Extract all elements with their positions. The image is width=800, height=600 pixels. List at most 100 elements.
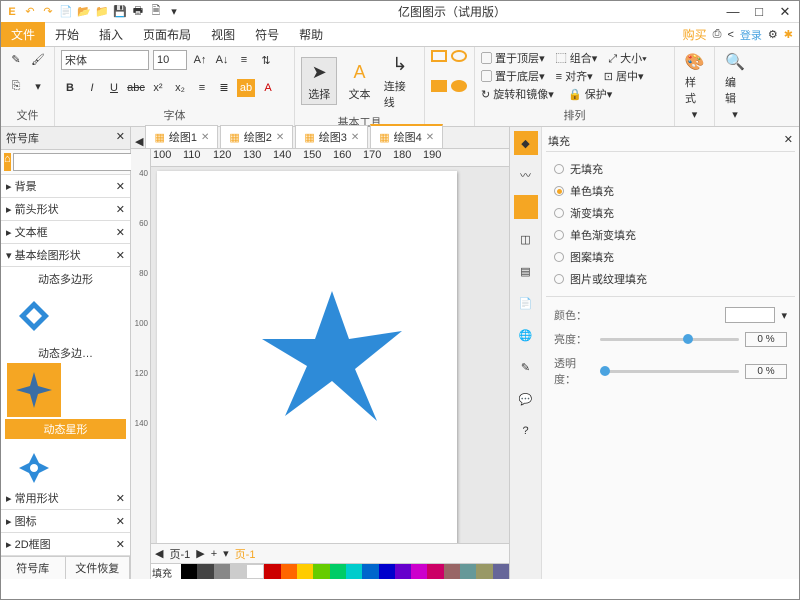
shape-dynamic-star[interactable] <box>7 363 61 417</box>
export-icon[interactable]: ⎙ <box>713 28 722 41</box>
maximize-button[interactable]: □ <box>749 4 769 20</box>
save-icon[interactable]: 💾 <box>113 5 127 19</box>
align-left-icon[interactable]: ≡ <box>193 79 211 97</box>
page-label[interactable]: 页-1 <box>169 546 190 562</box>
brightness-slider[interactable] <box>600 338 739 341</box>
section-textbox[interactable]: 文本框 <box>15 227 48 239</box>
text-tool[interactable]: A文本 <box>341 58 377 104</box>
style-icon[interactable]: 🎨 <box>685 52 705 72</box>
tab-prev-icon[interactable]: ◀ <box>135 135 143 148</box>
section-common[interactable]: 常用形状 <box>15 493 59 505</box>
fill-picture[interactable]: 图片或纹理填充 <box>546 268 795 290</box>
brush-icon[interactable]: 🖌 <box>29 50 47 68</box>
group-button[interactable]: ⬚ 组合▾ <box>556 50 598 66</box>
lefttab-symbols[interactable]: 符号库 <box>1 557 66 579</box>
fill-panel-close-icon[interactable]: ✕ <box>784 133 793 149</box>
symbol-panel-close-icon[interactable]: ✕ <box>116 130 125 146</box>
shape-oval-fill-icon[interactable] <box>451 80 467 92</box>
doctab-4[interactable]: ▦绘图4✕ <box>370 124 443 148</box>
login-link[interactable]: 登录 <box>740 27 762 43</box>
canvas[interactable] <box>151 167 509 543</box>
text-tab-icon[interactable]: ✎ <box>514 355 538 379</box>
star-shape[interactable] <box>257 281 407 431</box>
doctab-3[interactable]: ▦绘图3✕ <box>295 125 368 148</box>
format-painter-icon[interactable]: ✎ <box>7 50 25 68</box>
page-next-icon[interactable]: ▶ <box>196 547 204 560</box>
section-close-icon[interactable]: ✕ <box>116 180 125 193</box>
font-select[interactable] <box>61 50 149 70</box>
color-picker[interactable] <box>725 307 775 323</box>
bullets-icon[interactable]: ≡ <box>235 51 253 69</box>
help-tab-icon[interactable]: ? <box>514 419 538 443</box>
select-tool[interactable]: ➤选择 <box>301 57 337 105</box>
undo-icon[interactable]: ↶ <box>23 5 37 19</box>
paste-icon[interactable]: ▾ <box>29 78 47 96</box>
buy-link[interactable]: 购买 <box>683 26 707 43</box>
doctab-1[interactable]: ▦绘图1✕ <box>145 125 218 148</box>
tab-view[interactable]: 视图 <box>201 22 245 47</box>
strike-button[interactable]: abc <box>127 79 145 97</box>
tab-start[interactable]: 开始 <box>45 22 89 47</box>
lefttab-recovery[interactable]: 文件恢复 <box>66 557 131 579</box>
shape-rect-icon[interactable] <box>431 50 447 62</box>
tab-help[interactable]: 帮助 <box>289 22 333 47</box>
color-swatches[interactable]: 填充 <box>151 563 509 579</box>
tab-layout[interactable]: 页面布局 <box>133 22 201 47</box>
minimize-button[interactable]: — <box>723 4 743 20</box>
fill-gradient[interactable]: 渐变填充 <box>546 202 795 224</box>
size-button[interactable]: ⤢ 大小▾ <box>608 50 646 66</box>
print-icon[interactable]: 🖶 <box>131 5 145 19</box>
share-icon[interactable]: < <box>727 29 733 41</box>
fill-none[interactable]: 无填充 <box>546 158 795 180</box>
fill-mono-gradient[interactable]: 单色渐变填充 <box>546 224 795 246</box>
settings-icon[interactable]: ⚙ <box>768 28 778 41</box>
home-icon[interactable]: ⌂ <box>4 153 11 171</box>
sup-icon[interactable]: x² <box>149 79 167 97</box>
lineheight-icon[interactable]: ⇅ <box>257 51 275 69</box>
color-tab-icon[interactable] <box>514 195 538 219</box>
shape-rect-fill-icon[interactable] <box>431 80 447 92</box>
align-center-icon[interactable]: ≣ <box>215 79 233 97</box>
line-tab-icon[interactable]: 〰 <box>514 163 538 187</box>
edit-icon[interactable]: 🔍 <box>725 52 745 72</box>
section-icons[interactable]: 图标 <box>15 516 37 528</box>
send-back-button[interactable]: ▢ 置于底层▾ <box>481 68 545 84</box>
shape-diamond[interactable] <box>7 289 61 343</box>
underline-button[interactable]: U <box>105 79 123 97</box>
rotate-button[interactable]: ↻ 旋转和镜像▾ <box>481 86 554 102</box>
sub-icon[interactable]: x₂ <box>171 79 189 97</box>
doc-icon[interactable]: 🗎 <box>149 5 163 19</box>
shape-star4[interactable] <box>7 441 61 487</box>
fill-solid[interactable]: 单色填充 <box>546 180 795 202</box>
brightness-value[interactable]: 0 % <box>745 332 787 347</box>
opacity-value[interactable]: 0 % <box>745 364 787 379</box>
shadow-tab-icon[interactable]: ◫ <box>514 227 538 251</box>
new-icon[interactable]: 📄 <box>59 5 73 19</box>
page-tab-icon[interactable]: 📄 <box>514 291 538 315</box>
increase-font-icon[interactable]: A↑ <box>191 51 209 69</box>
page-add-icon[interactable]: + <box>211 548 217 560</box>
highlight-icon[interactable]: ab <box>237 79 255 97</box>
web-tab-icon[interactable]: 🌐 <box>514 323 538 347</box>
fontcolor-icon[interactable]: A <box>259 79 277 97</box>
shape-oval-icon[interactable] <box>451 50 467 62</box>
file-menu[interactable]: 文件 <box>1 22 45 47</box>
section-background[interactable]: 背景 <box>15 181 37 193</box>
bring-front-button[interactable]: ▢ 置于顶层▾ <box>481 50 545 66</box>
tab-insert[interactable]: 插入 <box>89 22 133 47</box>
decrease-font-icon[interactable]: A↓ <box>213 51 231 69</box>
section-arrows[interactable]: 箭头形状 <box>15 204 59 216</box>
folder-icon[interactable]: 📁 <box>95 5 109 19</box>
qat-more-icon[interactable]: ▾ <box>167 5 181 19</box>
page[interactable] <box>157 171 457 543</box>
fontsize-select[interactable] <box>153 50 187 70</box>
copy-icon[interactable]: ⎘ <box>7 78 25 96</box>
opacity-slider[interactable] <box>600 370 739 373</box>
section-basic[interactable]: 基本绘图形状 <box>15 250 81 262</box>
close-button[interactable]: ✕ <box>775 4 795 20</box>
italic-button[interactable]: I <box>83 79 101 97</box>
section-2d[interactable]: 2D框图 <box>15 539 51 551</box>
bold-button[interactable]: B <box>61 79 79 97</box>
align-button[interactable]: ≡ 对齐▾ <box>556 68 593 84</box>
connector-tool[interactable]: ↳连接线 <box>382 50 418 112</box>
